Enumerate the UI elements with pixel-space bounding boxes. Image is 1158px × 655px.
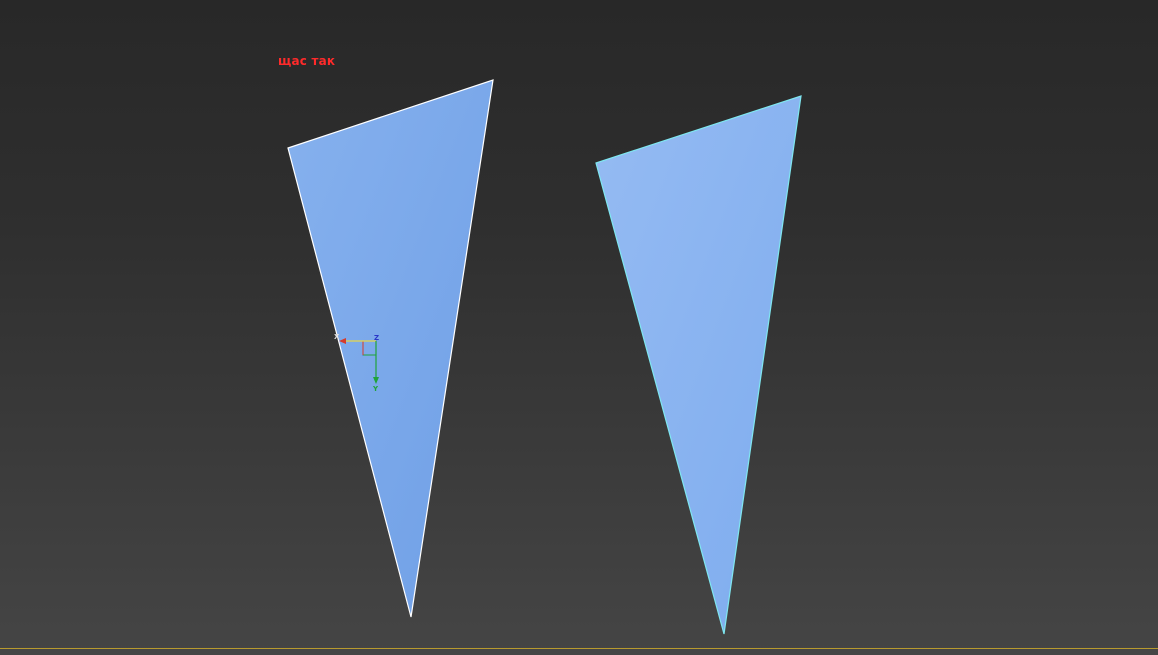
gizmo-z-label: Z — [374, 334, 379, 342]
timeline-divider — [0, 648, 1158, 649]
3d-viewport[interactable]: щас так X Z Y — [0, 0, 1158, 655]
right-triangle[interactable] — [595, 95, 802, 635]
left-triangle[interactable] — [287, 79, 494, 618]
gizmo-y-label: Y — [372, 385, 379, 393]
gizmo-x-label: X — [334, 333, 340, 341]
viewport-scene[interactable]: X Z Y — [0, 0, 1158, 655]
